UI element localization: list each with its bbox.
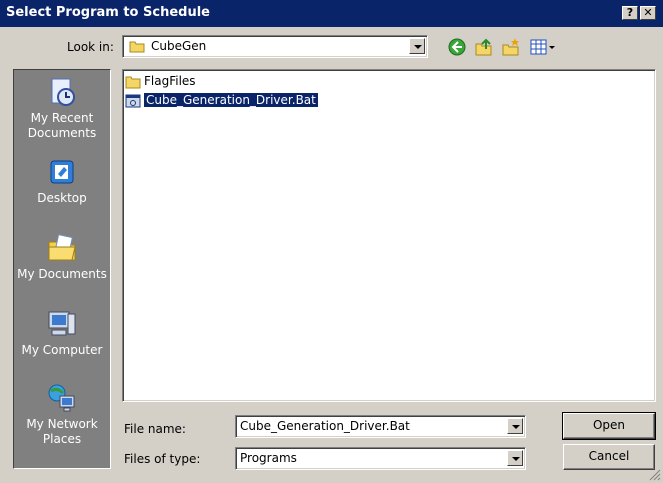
place-label: Desktop — [37, 191, 87, 205]
place-desktop[interactable]: Desktop — [14, 156, 110, 206]
batch-file-icon — [125, 94, 141, 107]
place-recent-documents[interactable]: My Recent Documents — [14, 76, 110, 141]
desktop-icon — [50, 160, 74, 184]
select-program-dialog: Select Program to Schedule ? ✕ Look in: … — [0, 0, 663, 483]
dialog-title: Select Program to Schedule — [6, 5, 210, 20]
list-item-cube-generation-driver[interactable]: Cube_Generation_Driver.Bat — [125, 92, 319, 108]
new-folder-icon[interactable] — [501, 37, 521, 57]
lookin-dropdown[interactable]: CubeGen — [122, 35, 428, 58]
open-button[interactable]: Open — [562, 412, 656, 440]
place-my-computer[interactable]: My Computer — [14, 308, 110, 358]
folder-icon — [125, 76, 141, 88]
my-computer-icon — [48, 311, 76, 336]
place-my-documents[interactable]: My Documents — [14, 232, 110, 282]
file-name: FlagFiles — [144, 74, 196, 88]
file-name: Cube_Generation_Driver.Bat — [143, 92, 319, 108]
folder-icon — [129, 41, 145, 53]
filename-dropdown-arrow[interactable] — [507, 418, 523, 434]
network-places-icon — [48, 384, 75, 412]
back-icon[interactable] — [447, 37, 467, 57]
close-button[interactable]: ✕ — [640, 6, 656, 20]
filetype-select[interactable]: Programs — [235, 447, 526, 470]
filetype-dropdown-arrow[interactable] — [507, 450, 523, 466]
filename-combobox[interactable]: Cube_Generation_Driver.Bat — [235, 415, 526, 438]
filetype-label: Files of type: — [124, 452, 201, 466]
my-documents-icon — [48, 234, 76, 261]
file-list[interactable]: FlagFiles Cube_Generation_Driver.Bat — [122, 69, 656, 402]
resize-grip-icon[interactable] — [649, 469, 661, 481]
lookin-dropdown-arrow[interactable] — [409, 38, 425, 54]
help-button[interactable]: ? — [622, 6, 638, 20]
recent-documents-icon — [51, 78, 75, 106]
view-menu-icon[interactable] — [529, 37, 557, 57]
up-folder-icon[interactable] — [474, 37, 494, 57]
filename-label: File name: — [124, 422, 186, 436]
place-label: My Computer — [21, 343, 103, 357]
list-item-flagfiles[interactable]: FlagFiles — [125, 73, 196, 89]
place-label: My Network Places — [26, 417, 98, 446]
places-bar: My Recent Documents Desktop My Documents — [13, 69, 111, 469]
place-label: My Recent Documents — [27, 111, 97, 140]
filetype-value: Programs — [240, 451, 297, 465]
cancel-button[interactable]: Cancel — [563, 444, 655, 470]
lookin-value: CubeGen — [151, 39, 207, 53]
filename-input[interactable]: Cube_Generation_Driver.Bat — [240, 419, 410, 433]
lookin-label: Look in: — [67, 40, 114, 54]
place-label: My Documents — [17, 267, 107, 281]
place-network-places[interactable]: My Network Places — [14, 382, 110, 447]
title-bar[interactable]: Select Program to Schedule ? ✕ — [0, 0, 663, 27]
